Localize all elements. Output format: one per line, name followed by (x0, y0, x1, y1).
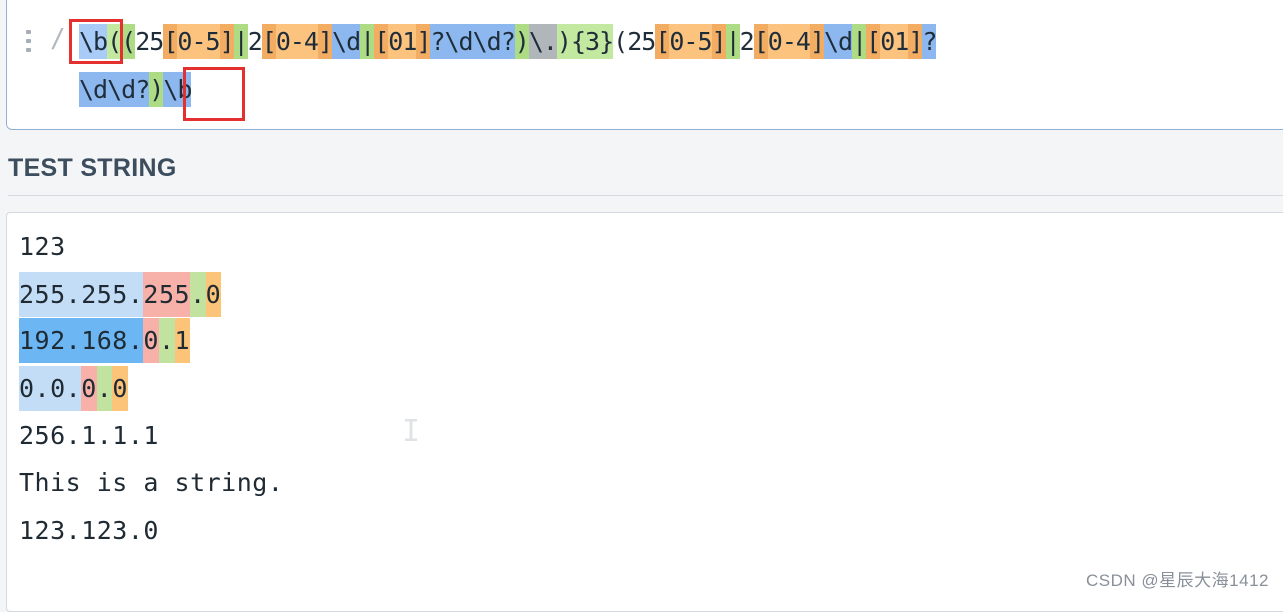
regex-token: ?\d\d? (430, 24, 516, 59)
section-title-test-string: TEST STRING (8, 154, 177, 182)
match-segment: 0 (143, 318, 159, 363)
match-segment: 123 (19, 232, 66, 261)
regex-line-1[interactable]: \b((25[0-5] | 2[0-4] \d |[01] ?\d\d?) \.) {3}(2… (79, 24, 937, 59)
regex-token: | (725, 24, 741, 59)
test-string-line: This is a string. (19, 460, 283, 505)
regex-token: 0-4 (767, 24, 811, 59)
section-divider (8, 195, 1283, 196)
regex-token: ) (514, 24, 530, 59)
regex-delimiter: / (50, 24, 66, 54)
highlight-box-word-boundary-start (69, 19, 123, 64)
regex-token: [ (374, 24, 389, 59)
match-segment: 0.0. (19, 366, 82, 411)
match-segment: 255.255. (19, 272, 144, 317)
match-segment: 0 (81, 366, 97, 411)
regex-token: \d\d? (79, 72, 150, 107)
match-segment: . (158, 318, 175, 363)
regex-token: 2 (247, 27, 263, 56)
regex-token: 25 (135, 27, 164, 56)
test-string-line: 256.1.1.1 (19, 413, 159, 458)
match-segment: 192.168. (19, 318, 144, 363)
match-segment: This is a string. (19, 468, 284, 497)
regex-token: ] (809, 24, 825, 59)
match-segment: 1 (174, 318, 191, 363)
regex-token: 25 (627, 27, 656, 56)
test-string-line: 192.168. 0. 1 (19, 318, 191, 363)
regex-token: 01 (880, 24, 909, 59)
regex-token: [ (753, 24, 769, 59)
regex-token: [ (261, 24, 277, 59)
regex-token: ( (121, 24, 136, 59)
regex-token: 0-4 (275, 24, 319, 59)
regex-line-2[interactable]: \d\d?) \b (79, 72, 192, 107)
regex-token: 0-5 (669, 24, 713, 59)
test-string-line: 123.123.0 (19, 508, 159, 553)
regex-token: [ (866, 24, 881, 59)
match-segment: 256.1.1.1 (19, 421, 159, 450)
match-segment: 255 (143, 272, 191, 317)
drag-handle-icon[interactable] (26, 30, 31, 52)
regex-token: \d (332, 24, 361, 59)
test-string-line: 255.255. 255. 0 (19, 272, 222, 317)
regex-token: ] (219, 24, 235, 59)
regex-token: ] (416, 24, 431, 59)
test-string-line: 0.0. 0. 0 (19, 366, 128, 411)
highlight-box-word-boundary-end (183, 67, 245, 121)
text-cursor-icon: I (402, 414, 421, 449)
regex-token: 01 (388, 24, 417, 59)
regex-token: | (233, 24, 249, 59)
regex-token: [ (655, 24, 670, 59)
match-segment: . (96, 366, 113, 411)
regex-token: ? (922, 24, 937, 59)
regex-token: \. (528, 24, 558, 59)
match-segment: . (190, 272, 206, 317)
watermark: CSDN @星辰大海1412 (1086, 571, 1269, 590)
regex-token: ] (711, 24, 727, 59)
regex-token: ] (317, 24, 333, 59)
regex-token: {3} (570, 24, 614, 59)
test-string-line: 123 (19, 224, 66, 269)
match-segment: 123.123.0 (19, 516, 159, 545)
regex-token: ] (908, 24, 923, 59)
regex-token: ) (556, 24, 572, 59)
regex-token: ) (149, 72, 164, 107)
regex-token: | (360, 24, 375, 59)
regex-token: \d (824, 24, 853, 59)
match-segment: 0 (205, 272, 222, 317)
match-segment: 0 (112, 366, 128, 411)
regex-token: [ (163, 24, 178, 59)
regex-token: ( (613, 27, 628, 56)
regex-token: 2 (739, 27, 755, 56)
regex-token: | (852, 24, 867, 59)
regex-token: 0-5 (177, 24, 221, 59)
